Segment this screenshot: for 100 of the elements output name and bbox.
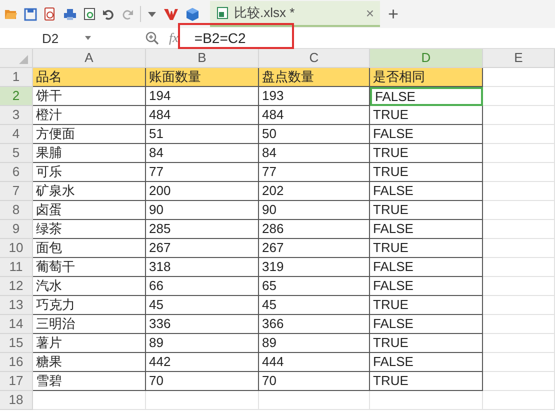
column-header[interactable]: B xyxy=(146,49,259,68)
table-cell: 雪碧 xyxy=(33,372,146,391)
column-header[interactable]: D xyxy=(370,49,483,68)
formula-field[interactable]: =B2=C2 xyxy=(190,30,555,46)
table-cell: 果脯 xyxy=(33,144,146,163)
table-cell: 202 xyxy=(259,182,370,201)
table-cell: FALSE xyxy=(370,315,483,334)
print-icon[interactable] xyxy=(63,8,77,20)
table-cell: 45 xyxy=(146,296,259,315)
close-button[interactable]: × xyxy=(366,5,374,21)
table-cell: 饼干 xyxy=(33,87,146,106)
row-header[interactable]: 17 xyxy=(0,372,33,391)
table-cell: TRUE xyxy=(370,334,483,353)
document-tab[interactable]: 比较.xlsx * × xyxy=(210,1,380,27)
row-header[interactable]: 13 xyxy=(0,296,33,315)
table-cell: 267 xyxy=(259,239,370,258)
caret-icon[interactable] xyxy=(84,35,92,41)
table-cell: FALSE xyxy=(370,277,483,296)
tab-title: 比较.xlsx * xyxy=(234,4,296,22)
table-cell: TRUE xyxy=(370,239,483,258)
table-cell: TRUE xyxy=(370,201,483,220)
table-cell: 89 xyxy=(259,334,370,353)
table-cell: TRUE xyxy=(370,372,483,391)
new-tab-button[interactable]: + xyxy=(388,4,399,24)
table-cell: FALSE xyxy=(370,182,483,201)
table-cell: 366 xyxy=(259,315,370,334)
table-cell: 193 xyxy=(259,87,370,106)
table-cell: 286 xyxy=(259,220,370,239)
table-cell: 90 xyxy=(146,201,259,220)
table-cell: 484 xyxy=(259,106,370,125)
table-cell: 77 xyxy=(146,163,259,182)
table-cell: TRUE xyxy=(370,144,483,163)
row-header[interactable]: 18 xyxy=(0,391,33,410)
table-cell: 484 xyxy=(146,106,259,125)
column-header[interactable]: C xyxy=(259,49,370,68)
table-cell: 汽水 xyxy=(33,277,146,296)
column-header[interactable]: E xyxy=(483,49,555,68)
table-cell: 444 xyxy=(259,353,370,372)
table-cell: 51 xyxy=(146,125,259,144)
table-cell: 194 xyxy=(146,87,259,106)
table-cell: 65 xyxy=(259,277,370,296)
name-box[interactable]: D2 xyxy=(0,30,100,46)
table-cell: TRUE xyxy=(370,296,483,315)
corner-icon xyxy=(19,55,28,64)
row-header[interactable]: 6 xyxy=(0,163,33,182)
row-header[interactable]: 5 xyxy=(0,144,33,163)
undo-icon[interactable] xyxy=(102,8,115,20)
cube-icon[interactable] xyxy=(185,6,200,22)
table-cell: 336 xyxy=(146,315,259,334)
table-cell: 442 xyxy=(146,353,259,372)
table-cell: 70 xyxy=(146,372,259,391)
table-cell: FALSE xyxy=(370,258,483,277)
table-cell: 200 xyxy=(146,182,259,201)
table-cell: 267 xyxy=(146,239,259,258)
table-cell: FALSE xyxy=(370,125,483,144)
folder-icon[interactable] xyxy=(4,8,18,20)
table-cell: 50 xyxy=(259,125,370,144)
row-header[interactable]: 7 xyxy=(0,182,33,201)
logo-icon[interactable] xyxy=(163,8,179,20)
row-header[interactable]: 14 xyxy=(0,315,33,334)
table-cell: 葡萄干 xyxy=(33,258,146,277)
row-header[interactable]: 11 xyxy=(0,258,33,277)
table-cell: TRUE xyxy=(370,106,483,125)
column-header[interactable]: A xyxy=(33,49,146,68)
function-button[interactable]: fx xyxy=(169,30,178,46)
table-cell: 77 xyxy=(259,163,370,182)
table-cell: 方便面 xyxy=(33,125,146,144)
table-cell: 319 xyxy=(259,258,370,277)
row-header[interactable]: 2 xyxy=(0,87,33,106)
table-cell: 绿茶 xyxy=(33,220,146,239)
preview-icon[interactable] xyxy=(83,7,96,21)
column-title: 品名 xyxy=(33,68,146,87)
row-header[interactable]: 4 xyxy=(0,125,33,144)
save-icon[interactable] xyxy=(24,8,37,20)
table-cell: 45 xyxy=(259,296,370,315)
table-cell: 卤蛋 xyxy=(33,201,146,220)
row-header[interactable]: 9 xyxy=(0,220,33,239)
table-cell: FALSE xyxy=(370,220,483,239)
row-header[interactable]: 10 xyxy=(0,239,33,258)
table-cell: 矿泉水 xyxy=(33,182,146,201)
caret-icon[interactable] xyxy=(147,10,157,18)
column-title: 账面数量 xyxy=(146,68,259,87)
table-cell: 66 xyxy=(146,277,259,296)
table-cell: TRUE xyxy=(370,163,483,182)
table-cell: 糖果 xyxy=(33,353,146,372)
row-header[interactable]: 1 xyxy=(0,68,33,87)
table-cell: 橙汁 xyxy=(33,106,146,125)
row-header[interactable]: 15 xyxy=(0,334,33,353)
spreadsheet-icon xyxy=(216,6,229,20)
column-title: 盘点数量 xyxy=(259,68,370,87)
table-cell: 面包 xyxy=(33,239,146,258)
table-cell: FALSE xyxy=(370,87,483,106)
document-icon[interactable] xyxy=(43,7,57,21)
table-cell: 318 xyxy=(146,258,259,277)
row-header[interactable]: 12 xyxy=(0,277,33,296)
table-cell: 巧克力 xyxy=(33,296,146,315)
row-header[interactable]: 8 xyxy=(0,201,33,220)
row-header[interactable]: 3 xyxy=(0,106,33,125)
zoom-icon[interactable] xyxy=(145,31,159,45)
row-header[interactable]: 16 xyxy=(0,353,33,372)
